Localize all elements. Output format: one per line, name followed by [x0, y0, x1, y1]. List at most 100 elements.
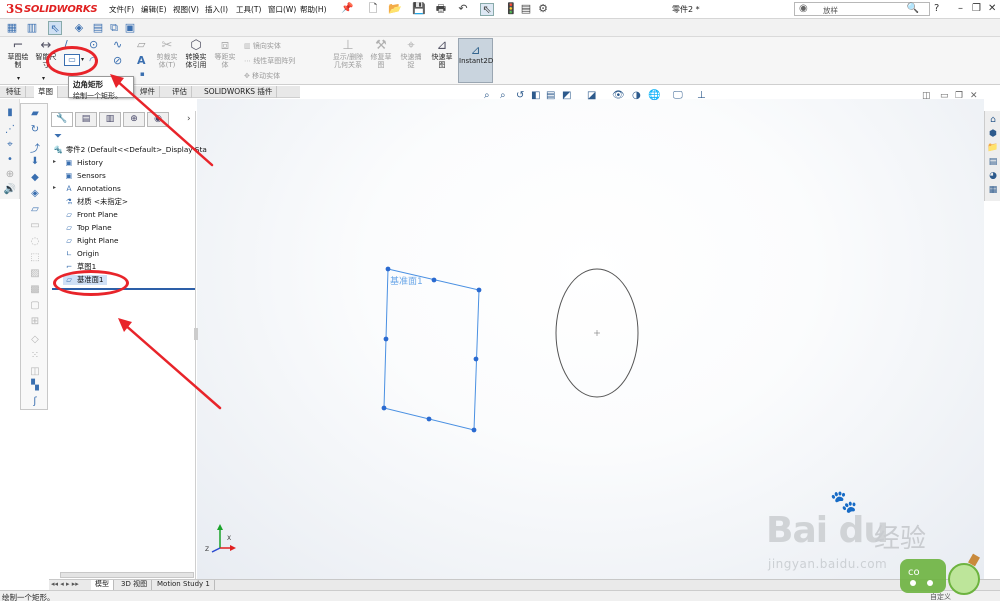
- circle-tool-icon[interactable]: ⊙: [89, 38, 98, 51]
- file-explorer-icon[interactable]: 📁: [987, 143, 999, 153]
- edit-appearance-icon[interactable]: ◑: [632, 90, 641, 101]
- tree-item-front-plane[interactable]: ▱ Front Plane: [63, 210, 118, 219]
- property-manager-tab-icon[interactable]: ▤: [75, 112, 97, 127]
- pattern-icon[interactable]: ⁙: [27, 350, 43, 361]
- tab-motion-study[interactable]: Motion Study 1: [153, 580, 215, 590]
- tree-horizontal-scrollbar[interactable]: [60, 572, 194, 578]
- sketch-button[interactable]: ⌐ 草图绘 制: [2, 39, 34, 70]
- tab-sketch[interactable]: 草图: [34, 86, 58, 98]
- quick-snaps-button[interactable]: ⌖ 快速捕 捉: [398, 39, 424, 70]
- previous-view-icon[interactable]: ↺: [516, 90, 524, 101]
- tab-weldments[interactable]: 焊件: [136, 86, 160, 98]
- options-gear-icon[interactable]: ⚙: [536, 3, 550, 16]
- small-point-icon[interactable]: •: [3, 154, 17, 165]
- view-settings-icon[interactable]: 🖵: [673, 90, 683, 101]
- move-entities-button[interactable]: ✥ 移动实体: [244, 71, 280, 81]
- boundary-boss-icon[interactable]: ◆: [27, 172, 43, 183]
- extrude-boss-icon[interactable]: ▰: [27, 108, 43, 119]
- select-cursor-icon[interactable]: ⇖: [480, 3, 494, 16]
- undo-icon[interactable]: ↶: [456, 3, 470, 16]
- sweep-boss-icon[interactable]: ⤴: [27, 140, 43, 155]
- appearance-icon[interactable]: ◈: [72, 21, 86, 35]
- dimxpert-tab-icon[interactable]: ⊕: [123, 112, 145, 127]
- repair-sketch-button[interactable]: ⚒ 修复草 图: [368, 39, 394, 70]
- tab-evaluate[interactable]: 评估: [168, 86, 192, 98]
- dimension-entity-icon[interactable]: ⊕: [3, 169, 17, 180]
- search-icon[interactable]: 🔍: [907, 3, 919, 14]
- convert-entities-button[interactable]: ⬡ 转换实 体引用: [182, 39, 210, 70]
- rotate-view-icon[interactable]: ⊥: [697, 90, 706, 101]
- tree-item-material[interactable]: ⚗ 材质 <未指定>: [63, 197, 128, 207]
- revolve-cut-icon[interactable]: ◌: [27, 236, 43, 247]
- document-properties-icon[interactable]: ▣: [123, 21, 137, 35]
- section-view-icon[interactable]: ◧: [531, 90, 540, 101]
- custom-properties-icon[interactable]: ▦: [987, 185, 999, 195]
- point-tool-icon[interactable]: ▪: [140, 70, 145, 78]
- menu-file[interactable]: 文件(F): [109, 4, 134, 15]
- extrude-cut-icon[interactable]: ▭: [27, 220, 43, 231]
- solidworks-logo[interactable]: 3S SOLIDWORKS: [6, 2, 98, 17]
- helix-icon[interactable]: ʃ: [27, 396, 43, 407]
- sound-icon[interactable]: 🔊: [3, 184, 17, 195]
- menu-help[interactable]: 帮助(H): [300, 4, 327, 15]
- display-relations-button[interactable]: ⊥ 显示/删除 几何关系: [330, 39, 366, 70]
- sketch-dropdown-icon[interactable]: ▾: [17, 75, 20, 82]
- tree-item-top-plane[interactable]: ▱ Top Plane: [63, 223, 111, 232]
- tree-root[interactable]: 🔩 零件2 (Default<<Default>_Display Sta: [52, 145, 206, 155]
- menu-view[interactable]: 视图(V): [173, 4, 199, 15]
- dimension-dropdown-icon[interactable]: ▾: [42, 75, 45, 82]
- rib-icon[interactable]: ⊞: [27, 316, 43, 327]
- close-icon[interactable]: ✕: [988, 3, 996, 14]
- hide-show-icon[interactable]: 👁: [612, 90, 625, 101]
- filter-icon[interactable]: ⏷: [54, 131, 62, 142]
- viewport-restore-icon[interactable]: ❐: [955, 91, 963, 101]
- copy-icon[interactable]: ⧉: [107, 21, 121, 35]
- new-document-icon[interactable]: 🗋: [366, 3, 380, 16]
- view-palette-icon[interactable]: ▤: [987, 157, 999, 167]
- search-box[interactable]: ◉ 放样 🔍: [794, 2, 930, 16]
- viewport-split-icon[interactable]: ◫: [922, 91, 931, 101]
- tree-item-annotations[interactable]: ▸ Ａ Annotations: [53, 184, 121, 194]
- home-icon[interactable]: ⌂: [987, 115, 999, 125]
- sweep-cut-icon[interactable]: ⬚: [27, 252, 43, 263]
- menu-insert[interactable]: 插入(I): [205, 4, 228, 15]
- appearances-icon[interactable]: ◕: [987, 171, 999, 181]
- boundary-cut-icon[interactable]: ▩: [27, 284, 43, 295]
- display-style-icon[interactable]: ◪: [587, 90, 596, 101]
- tab-solidworks-addins[interactable]: SOLIDWORKS 插件: [200, 86, 278, 98]
- instant2d-button[interactable]: ⊿ Instant2D: [458, 38, 493, 83]
- menu-tools[interactable]: 工具(T): [236, 4, 261, 15]
- spline-tool-icon[interactable]: ∿: [113, 38, 122, 51]
- mirror-feature-icon[interactable]: ◫: [27, 366, 43, 377]
- rebuild-icon[interactable]: ▤: [519, 3, 533, 16]
- revolve-boss-icon[interactable]: ↻: [27, 124, 43, 135]
- display-manager-tab-icon[interactable]: ◉: [147, 112, 169, 127]
- text-tool-icon[interactable]: A: [137, 54, 146, 67]
- viewport-close-icon[interactable]: ✕: [970, 91, 978, 101]
- tree-item-origin[interactable]: ∟ Origin: [63, 249, 99, 258]
- fillet-icon[interactable]: ◈: [27, 188, 43, 199]
- select-arrow-icon[interactable]: ⇖: [48, 21, 62, 35]
- reference-plane-icon[interactable]: ▱: [27, 204, 43, 215]
- tree-item-history[interactable]: ▸ ▣ History: [53, 158, 103, 167]
- point-entity-icon[interactable]: ⌖: [3, 139, 17, 150]
- layers-icon[interactable]: ▤: [91, 21, 105, 35]
- apply-scene-icon[interactable]: 🌐: [648, 90, 660, 101]
- print-icon[interactable]: 🖶: [434, 3, 448, 16]
- loft-cut-icon[interactable]: ▨: [27, 268, 43, 279]
- select-filter-icon[interactable]: ▥: [25, 21, 39, 35]
- menu-window[interactable]: 窗口(W): [268, 4, 296, 15]
- expand-panel-icon[interactable]: ›: [187, 114, 191, 124]
- loft-boss-icon[interactable]: ⬇: [27, 156, 43, 167]
- curve-icon[interactable]: ▚: [27, 380, 43, 391]
- mirror-entities-button[interactable]: ▥ 镜向实体: [244, 41, 281, 51]
- dynamic-annotation-icon[interactable]: ▤: [546, 90, 555, 101]
- ellipse-tool-icon[interactable]: ⊘: [113, 54, 122, 67]
- viewport-minimize-icon[interactable]: ▭: [940, 91, 949, 101]
- tab-3d-view[interactable]: 3D 视图: [117, 580, 153, 590]
- trim-entities-button[interactable]: ✂ 剪裁实 体(T): [153, 39, 181, 70]
- search-input[interactable]: 放样: [823, 5, 838, 16]
- expand-arrow-icon[interactable]: ▸: [53, 184, 56, 191]
- restore-icon[interactable]: ❐: [972, 3, 981, 14]
- linear-pattern-button[interactable]: ⋯ 线性草图阵列: [244, 56, 295, 66]
